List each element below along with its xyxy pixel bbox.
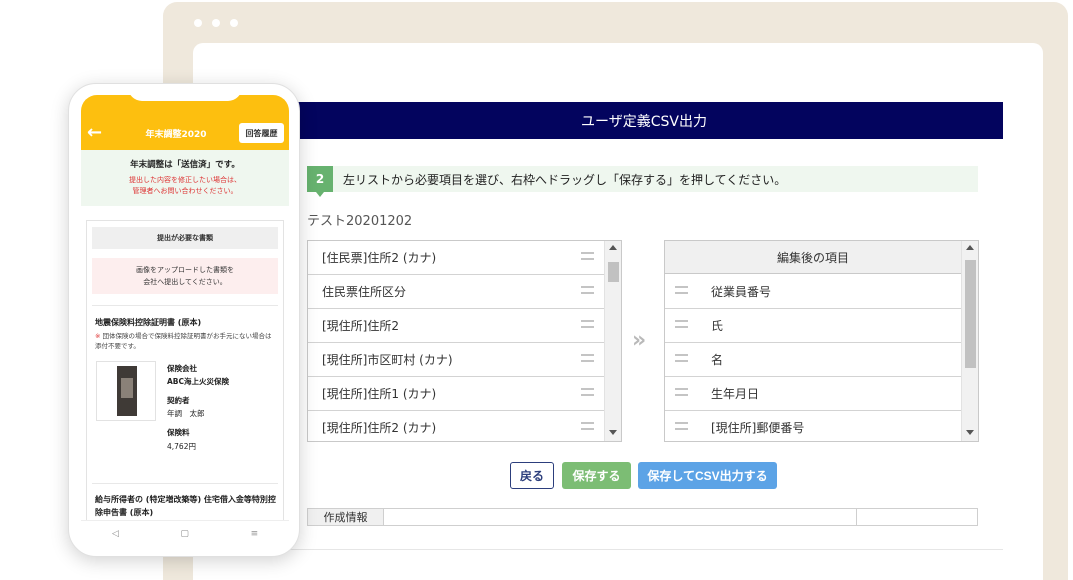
list-item-label: 名 xyxy=(711,353,724,367)
phone-nav-bar: ◁ ▢ ≡ xyxy=(81,520,289,546)
window-dot xyxy=(230,19,238,27)
divider xyxy=(92,305,278,306)
scroll-thumb[interactable] xyxy=(608,262,619,282)
list-item[interactable]: [現住所]住所1 (カナ) xyxy=(308,377,604,411)
save-button[interactable]: 保存する xyxy=(562,462,631,489)
drag-handle-icon[interactable] xyxy=(675,388,688,396)
list-item[interactable]: 従業員番号 xyxy=(665,275,961,309)
phone-header: ← 年末調整2020 回答履歴 xyxy=(81,95,289,150)
drag-handle-icon[interactable] xyxy=(581,388,594,396)
list-item[interactable]: [住民票]住所2 (カナ) xyxy=(308,241,604,275)
certificate-image xyxy=(117,366,137,416)
drag-handle-icon[interactable] xyxy=(581,422,594,430)
nav-back-icon[interactable]: ◁ xyxy=(112,529,119,539)
list-item[interactable]: 生年月日 xyxy=(665,377,961,411)
scroll-down-icon[interactable] xyxy=(609,430,617,435)
scroll-up-icon[interactable] xyxy=(966,245,974,250)
note-text: 団体保険の場合で保険料控除証明書がお手元にない場合は添付不要です。 xyxy=(95,332,272,350)
section-title: 提出が必要な書類 xyxy=(92,227,278,249)
page-title: ユーザ定義CSV出力 xyxy=(285,102,1003,139)
list-name: テスト20201202 xyxy=(307,214,413,229)
premium-value: 4,762円 xyxy=(167,442,196,451)
phone-title: 年末調整2020 xyxy=(145,130,207,140)
document-note: ※ 団体保険の場合で保険料控除証明書がお手元にない場合は添付不要です。 xyxy=(95,331,275,351)
back-arrow-icon[interactable]: ← xyxy=(87,122,102,143)
upload-line: 画像をアップロードした書類を xyxy=(136,266,234,274)
creation-info-value xyxy=(384,509,857,525)
nav-home-icon[interactable]: ▢ xyxy=(180,529,189,539)
drag-handle-icon[interactable] xyxy=(675,286,688,294)
list-item-label: 氏 xyxy=(711,319,724,333)
scroll-thumb[interactable] xyxy=(965,260,976,368)
document-title: 地震保険料控除証明書 (原本) xyxy=(95,318,202,327)
window-dot xyxy=(194,19,202,27)
list-item-label: 住民票住所区分 xyxy=(322,285,407,299)
drag-handle-icon[interactable] xyxy=(581,320,594,328)
list-item-label: [現住所]住所2 xyxy=(322,319,399,333)
scrollbar[interactable] xyxy=(604,241,621,441)
list-item-label: 生年月日 xyxy=(711,387,760,401)
drag-handle-icon[interactable] xyxy=(581,354,594,362)
drag-handle-icon[interactable] xyxy=(581,252,594,260)
list-item[interactable]: 名 xyxy=(665,343,961,377)
creation-info-label: 作成情報 xyxy=(308,509,384,525)
drag-handle-icon[interactable] xyxy=(675,422,688,430)
creation-info-table: 作成情報 xyxy=(307,508,978,526)
window-dot xyxy=(212,19,220,27)
step-badge: 2 xyxy=(307,166,333,197)
scroll-up-icon[interactable] xyxy=(609,245,617,250)
upload-line: 会社へ提出してください。 xyxy=(143,278,227,286)
drag-handle-icon[interactable] xyxy=(581,286,594,294)
list-item-label: 従業員番号 xyxy=(711,285,772,299)
divider xyxy=(285,549,1003,550)
document-thumbnail[interactable] xyxy=(96,361,156,421)
list-item-label: [現住所]住所2 (カナ) xyxy=(322,421,437,435)
move-right-icon: » xyxy=(632,328,647,353)
stage: ユーザ定義CSV出力 2 左リストから必要項目を選び、右枠へドラッグし「保存する… xyxy=(0,0,1073,580)
creation-info-value xyxy=(857,509,977,525)
status-line: 管理者へお問い合わせください。 xyxy=(132,187,238,195)
note-mark: ※ xyxy=(95,332,101,340)
holder-label: 契約者 xyxy=(167,396,190,405)
history-button[interactable]: 回答履歴 xyxy=(239,123,284,143)
list-item[interactable]: [現住所]住所2 (カナ) xyxy=(308,411,604,441)
list-item[interactable]: [現住所]市区町村 (カナ) xyxy=(308,343,604,377)
nav-menu-icon[interactable]: ≡ xyxy=(251,529,259,539)
list-item[interactable]: [現住所]住所2 xyxy=(308,309,604,343)
status-line: 提出した内容を修正したい場合は、 xyxy=(129,176,241,184)
divider xyxy=(92,483,278,484)
drag-handle-icon[interactable] xyxy=(675,320,688,328)
insurer-label: 保険会社 xyxy=(167,364,197,373)
status-message: 提出した内容を修正したい場合は、 管理者へお問い合わせください。 xyxy=(81,175,289,197)
premium-label: 保険料 xyxy=(167,428,190,437)
scrollbar[interactable] xyxy=(961,241,978,441)
selected-items-header: 編集後の項目 xyxy=(665,241,961,274)
list-item-label: [現住所]市区町村 (カナ) xyxy=(322,353,453,367)
back-button[interactable]: 戻る xyxy=(510,462,554,489)
list-item-label: [現住所]住所1 (カナ) xyxy=(322,387,437,401)
list-item-label: [住民票]住所2 (カナ) xyxy=(322,251,437,265)
step-text: 左リストから必要項目を選び、右枠へドラッグし「保存する」を押してください。 xyxy=(343,172,787,187)
list-item-label: [現住所]郵便番号 xyxy=(711,421,805,435)
status-notice: 年末調整は「送信済」です。 提出した内容を修正したい場合は、 管理者へお問い合わ… xyxy=(81,150,289,206)
list-item[interactable]: [現住所]郵便番号 xyxy=(665,411,961,441)
scroll-down-icon[interactable] xyxy=(966,430,974,435)
save-and-export-csv-button[interactable]: 保存してCSV出力する xyxy=(638,462,777,489)
documents-card: 提出が必要な書類 画像をアップロードした書類を 会社へ提出してください。 地震保… xyxy=(86,220,284,520)
step-instruction: 2 左リストから必要項目を選び、右枠へドラッグし「保存する」を押してください。 xyxy=(307,166,978,197)
holder-value: 年調 太郎 xyxy=(167,409,205,418)
insurer-value: ABC海上火災保険 xyxy=(167,377,230,386)
selected-items-list[interactable]: 編集後の項目 従業員番号 氏 名 生年月日 [現住所]郵便番号 xyxy=(664,240,979,442)
list-item[interactable]: 住民票住所区分 xyxy=(308,275,604,309)
drag-handle-icon[interactable] xyxy=(675,354,688,362)
status-title: 年末調整は「送信済」です。 xyxy=(130,160,240,170)
list-item[interactable]: 氏 xyxy=(665,309,961,343)
document-title: 給与所得者の (特定増改築等) 住宅借入金等特別控除申告書 (原本) xyxy=(95,495,276,517)
upload-notice: 画像をアップロードした書類を 会社へ提出してください。 xyxy=(92,258,278,294)
phone-notch xyxy=(128,84,242,101)
phone-mockup: ← 年末調整2020 回答履歴 年末調整は「送信済」です。 提出した内容を修正し… xyxy=(68,83,300,557)
available-items-list[interactable]: [住民票]住所2 (カナ) 住民票住所区分 [現住所]住所2 [現住所]市区町村… xyxy=(307,240,622,442)
